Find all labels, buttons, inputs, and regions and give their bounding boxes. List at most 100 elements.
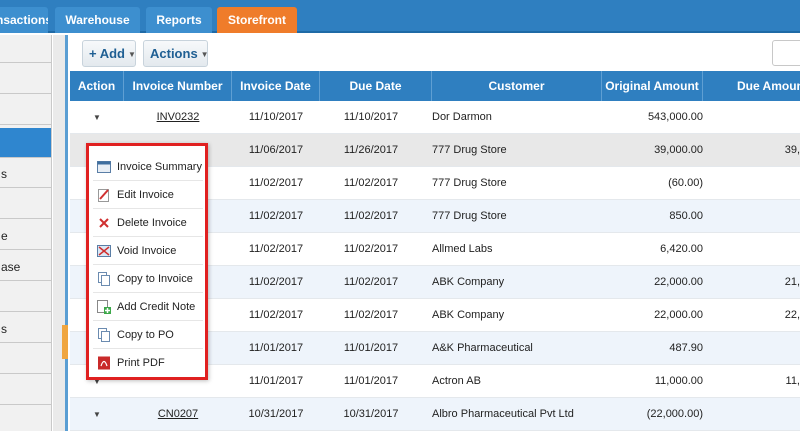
menu-item-copy-to-invoice[interactable]: Copy to Invoice	[93, 265, 203, 293]
customer: 777 Drug Store	[432, 210, 507, 222]
customer: ABK Company	[432, 309, 505, 321]
due-amount	[710, 200, 800, 233]
sidebar-item[interactable]	[0, 284, 51, 312]
pdf-icon	[98, 356, 110, 370]
sidebar-item[interactable]: e	[0, 222, 51, 250]
due-date: 11/26/2017	[343, 144, 399, 156]
splitter-handle[interactable]	[62, 325, 68, 359]
sidebar-item[interactable]	[0, 97, 51, 125]
menu-item-print-pdf[interactable]: Print PDF	[93, 349, 203, 377]
customer: Actron AB	[432, 375, 481, 387]
tab-transactions[interactable]: nsactions	[0, 7, 48, 33]
sidebar-splitter[interactable]	[53, 35, 68, 431]
original-amount: (22,000.00)	[646, 408, 703, 420]
original-amount: 39,000.00	[654, 144, 703, 156]
original-amount: 487.90	[669, 342, 703, 354]
customer: Dor Darmon	[432, 111, 492, 123]
due-date: 10/31/2017	[343, 408, 399, 420]
actions-button-label: Actions	[150, 46, 198, 61]
sidebar-item-active[interactable]	[0, 128, 51, 158]
menu-item-edit-invoice[interactable]: Edit Invoice	[93, 181, 203, 209]
top-nav: nsactions Warehouse Reports Storefront	[0, 0, 800, 33]
customer: Allmed Labs	[432, 243, 493, 255]
invoice-date: 11/02/2017	[248, 243, 304, 255]
column-header-invoice-date[interactable]: Invoice Date	[232, 71, 320, 101]
due-amount: 21,	[784, 276, 800, 288]
row-action-toggle[interactable]: ▼	[70, 398, 124, 431]
column-header-invoice-number[interactable]: Invoice Number	[124, 71, 232, 101]
invoice-date: 11/02/2017	[248, 177, 304, 189]
invoice-date: 11/01/2017	[248, 375, 304, 387]
sidebar-item[interactable]	[0, 408, 51, 431]
menu-item-copy-to-po[interactable]: Copy to PO	[93, 321, 203, 349]
column-header-due-date[interactable]: Due Date	[320, 71, 432, 101]
sidebar-item[interactable]	[0, 377, 51, 405]
add-button-label: + Add	[89, 46, 125, 61]
tab-reports[interactable]: Reports	[146, 7, 212, 33]
add-button[interactable]: + Add ▼	[82, 40, 136, 67]
original-amount: 22,000.00	[654, 276, 703, 288]
sidebar-item[interactable]: s	[0, 315, 51, 343]
menu-item-label: Copy to PO	[117, 329, 174, 341]
due-amount	[710, 233, 800, 266]
menu-item-void-invoice[interactable]: Void Invoice	[93, 237, 203, 265]
original-amount: (60.00)	[668, 177, 703, 189]
copy-icon	[98, 328, 110, 342]
customer: 777 Drug Store	[432, 144, 507, 156]
copy-icon	[98, 272, 110, 286]
column-header-action[interactable]: Action	[70, 71, 124, 101]
due-amount: 39,	[784, 144, 800, 156]
due-date: 11/01/2017	[343, 342, 399, 354]
app-window: nsactions Warehouse Reports Storefront s…	[0, 0, 800, 431]
caret-down-icon: ▼	[128, 50, 136, 60]
original-amount: 543,000.00	[647, 111, 703, 123]
invoice-date: 11/02/2017	[248, 309, 304, 321]
edit-icon	[98, 189, 109, 202]
table-row[interactable]: ▼ CN0207 10/31/2017 10/31/2017 Albro Pha…	[70, 398, 800, 431]
menu-item-label: Invoice Summary	[117, 161, 202, 173]
caret-down-icon: ▼	[200, 50, 209, 60]
invoice-date: 11/02/2017	[248, 276, 304, 288]
due-date: 11/02/2017	[343, 210, 399, 222]
sidebar-item[interactable]	[0, 66, 51, 94]
customer: ABK Company	[432, 276, 505, 288]
menu-item-label: Add Credit Note	[117, 301, 196, 313]
delete-icon	[99, 218, 109, 228]
table-row[interactable]: ▼ INV0232 11/10/2017 11/10/2017 Dor Darm…	[70, 101, 800, 134]
invoice-number-link[interactable]: INV0232	[124, 101, 232, 134]
actions-button[interactable]: Actions ▼	[143, 40, 209, 67]
search-input[interactable]	[772, 40, 800, 66]
menu-item-delete-invoice[interactable]: Delete Invoice	[93, 209, 203, 237]
sidebar-item[interactable]	[0, 191, 51, 219]
sidebar: s e ase s	[0, 35, 52, 431]
due-date: 11/02/2017	[343, 177, 399, 189]
summary-icon	[97, 161, 111, 173]
customer: A&K Pharmaceutical	[432, 342, 533, 354]
invoice-date: 11/06/2017	[248, 144, 304, 156]
due-amount	[710, 332, 800, 365]
column-header-due-amount[interactable]: Due Amount	[703, 71, 800, 101]
void-icon	[97, 245, 111, 257]
original-amount: 850.00	[669, 210, 703, 222]
customer: Albro Pharmaceutical Pvt Ltd	[432, 408, 574, 420]
sidebar-item[interactable]: s	[0, 160, 51, 188]
due-amount	[710, 398, 800, 431]
row-action-toggle[interactable]: ▼	[70, 101, 124, 134]
due-date: 11/10/2017	[343, 111, 399, 123]
sidebar-item[interactable]	[0, 35, 51, 63]
due-date: 11/02/2017	[343, 243, 399, 255]
due-amount: 11,	[785, 375, 800, 387]
invoice-date: 10/31/2017	[248, 408, 304, 420]
invoice-date: 11/10/2017	[248, 111, 304, 123]
invoice-number-link[interactable]: CN0207	[124, 398, 232, 431]
menu-item-label: Print PDF	[117, 357, 165, 369]
menu-item-add-credit-note[interactable]: Add Credit Note	[93, 293, 203, 321]
column-header-customer[interactable]: Customer	[432, 71, 602, 101]
sidebar-item[interactable]: ase	[0, 253, 51, 281]
tab-warehouse[interactable]: Warehouse	[55, 7, 140, 33]
menu-item-invoice-summary[interactable]: Invoice Summary	[93, 153, 203, 181]
due-date: 11/01/2017	[343, 375, 399, 387]
sidebar-item[interactable]	[0, 346, 51, 374]
tab-storefront[interactable]: Storefront	[217, 7, 297, 33]
column-header-original-amount[interactable]: Original Amount	[602, 71, 703, 101]
